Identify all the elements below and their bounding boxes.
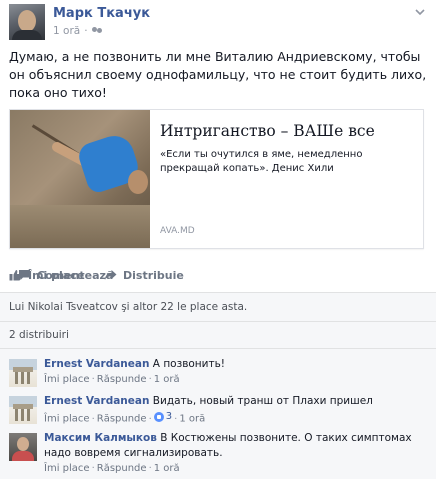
comment-button[interactable]: Comentează xyxy=(18,269,128,282)
meta-separator: · xyxy=(91,413,95,425)
comment-reply-link[interactable]: Răspunde xyxy=(97,463,147,474)
meta-separator: · xyxy=(148,374,152,385)
likes-summary[interactable]: Lui Nikolai Tsveatcov şi altor 22 le pla… xyxy=(9,301,247,313)
facebook-post: Марк Ткачук 1 oră · Думаю, а не позвонит… xyxy=(0,0,436,479)
commenter-avatar[interactable] xyxy=(9,433,37,461)
author-name[interactable]: Марк Ткачук xyxy=(53,6,150,21)
link-source: AVA.MD xyxy=(160,226,195,236)
comment-time[interactable]: 1 oră xyxy=(154,374,180,385)
comment-label: Comentează xyxy=(37,268,114,282)
comment-text: А позвонить! xyxy=(152,358,226,370)
shares-summary[interactable]: 2 distribuiri xyxy=(9,329,69,341)
meta-separator: · xyxy=(148,463,152,474)
comment-like-link[interactable]: Îmi place xyxy=(44,463,90,474)
comment-like-link[interactable]: Îmi place xyxy=(44,374,90,385)
link-preview-image[interactable] xyxy=(10,110,150,248)
chevron-down-icon[interactable] xyxy=(414,6,426,18)
avatar-column xyxy=(15,372,18,384)
comment-meta: Îmi place · Răspunde · 1 oră xyxy=(44,461,429,476)
avatar-column xyxy=(27,409,30,421)
post-actions: Îmi place Comentează Distribuie xyxy=(9,267,184,283)
meta-separator: · xyxy=(91,463,95,474)
avatar-column xyxy=(21,372,24,384)
share-label: Distribuie xyxy=(123,268,184,282)
comment-time[interactable]: 1 oră xyxy=(179,414,205,425)
image-ground xyxy=(10,205,150,248)
avatar-body xyxy=(12,30,42,40)
link-title[interactable]: Интриганство – ВАШе все xyxy=(160,122,375,140)
image-head xyxy=(128,170,148,194)
avatar-body xyxy=(12,451,34,461)
avatar-face xyxy=(17,437,29,451)
comment-text: Видать, новый транш от Плахи пришел xyxy=(152,395,373,407)
link-description: «Если ты очутился в яме, немедленно прек… xyxy=(160,149,363,174)
meta-separator: · xyxy=(91,374,95,385)
comment-time[interactable]: 1 oră xyxy=(154,463,180,474)
comment-like-link[interactable]: Îmi place xyxy=(44,414,90,425)
commenter-name[interactable]: Максим Калмыков xyxy=(44,432,157,444)
author-avatar[interactable] xyxy=(9,4,45,40)
meta-separator: · xyxy=(84,25,88,37)
comment-like-count[interactable]: 3 xyxy=(153,409,172,424)
avatar-column xyxy=(15,409,18,421)
meta-separator: · xyxy=(148,413,152,425)
avatar-column xyxy=(21,409,24,421)
shares-summary-bar: 2 distribuiri xyxy=(0,321,436,348)
commenter-avatar[interactable] xyxy=(9,359,37,387)
comment-reply-link[interactable]: Răspunde xyxy=(97,414,147,425)
comment-reply-link[interactable]: Răspunde xyxy=(97,374,147,385)
commenter-avatar[interactable] xyxy=(9,396,37,424)
comment-meta: Îmi place · Răspunde · 3 · 1 oră xyxy=(44,409,429,427)
post-text: Думаю, а не позвонить ли мне Виталию Анд… xyxy=(9,49,427,100)
post-time[interactable]: 1 oră xyxy=(53,25,80,37)
avatar-column xyxy=(27,372,30,384)
comment-body: Ernest Vardanean А позвонить! Îmi place ·… xyxy=(44,357,429,387)
post-meta: 1 oră · xyxy=(53,25,103,37)
friends-audience-icon[interactable] xyxy=(91,26,103,36)
comment-meta: Îmi place · Răspunde · 1 oră xyxy=(44,372,429,387)
like-badge-icon xyxy=(153,411,164,422)
comment-body: Максим Калмыков В Костюжены позвоните. О… xyxy=(44,431,429,476)
comment-body: Ernest Vardanean Видать, новый транш от … xyxy=(44,394,429,427)
link-preview-card[interactable]: Интриганство – ВАШе все «Если ты очутилс… xyxy=(9,109,424,249)
likes-summary-bar: Lui Nikolai Tsveatcov şi altor 22 le pla… xyxy=(0,292,436,321)
comment-icon xyxy=(18,269,31,281)
commenter-name[interactable]: Ernest Vardanean xyxy=(44,395,149,407)
commenter-name[interactable]: Ernest Vardanean xyxy=(44,358,149,370)
avatar-face xyxy=(18,10,36,32)
